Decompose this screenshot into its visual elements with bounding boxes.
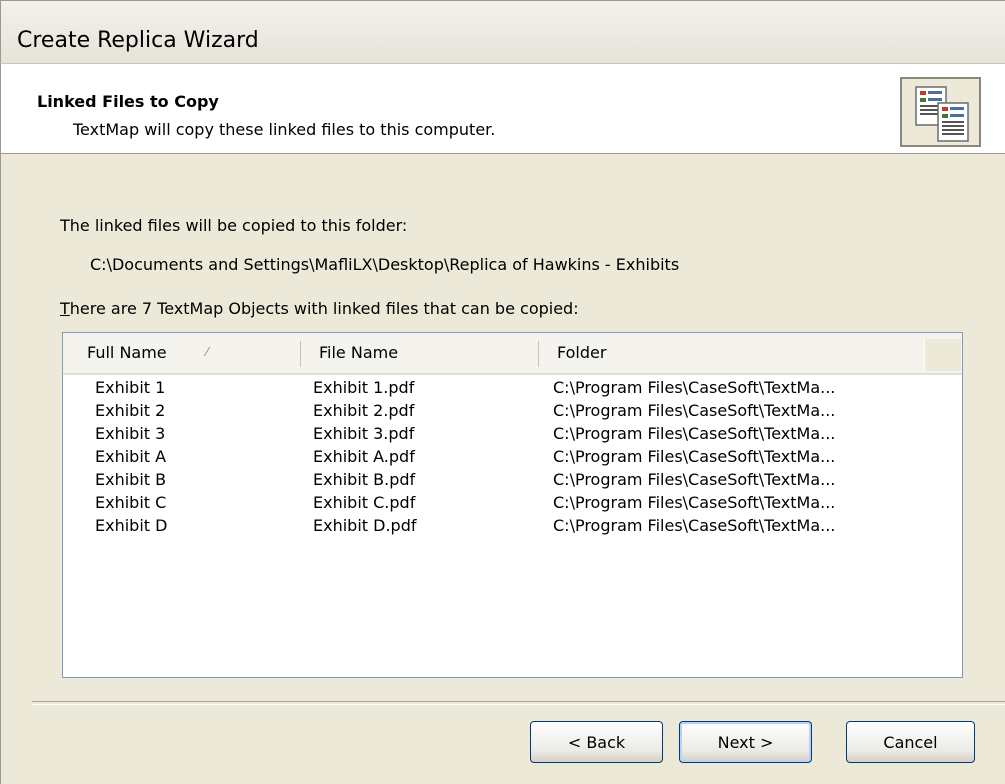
cell-file-name: Exhibit 1.pdf [313,378,415,397]
window-title: Create Replica Wizard [17,28,259,53]
column-divider[interactable] [538,341,539,367]
cell-full-name: Exhibit A [95,447,167,466]
table-row[interactable]: Exhibit C Exhibit C.pdf C:\Program Files… [63,493,962,515]
cell-file-name: Exhibit B.pdf [313,470,416,489]
cell-file-name: Exhibit D.pdf [313,516,417,535]
cell-full-name: Exhibit C [95,493,167,512]
objects-label: There are 7 TextMap Objects with linked … [60,299,579,318]
folder-path: C:\Documents and Settings\MafliLX\Deskto… [90,255,680,274]
page-subtitle: TextMap will copy these linked files to … [73,120,496,139]
cell-file-name: Exhibit 2.pdf [313,401,415,420]
linked-files-list[interactable]: Full Name ⁄ File Name Folder Exhibit 1 E… [62,332,963,678]
cell-full-name: Exhibit B [95,470,167,489]
table-row[interactable]: Exhibit A Exhibit A.pdf C:\Program Files… [63,447,962,469]
list-header: Full Name ⁄ File Name Folder [63,333,962,375]
cell-full-name: Exhibit D [95,516,168,535]
column-header-file-name[interactable]: File Name [319,343,398,362]
cell-folder: C:\Program Files\CaseSoft\TextMa... [553,516,836,535]
cell-folder: C:\Program Files\CaseSoft\TextMa... [553,447,836,466]
cell-file-name: Exhibit C.pdf [313,493,416,512]
sort-ascending-icon: ⁄ [206,345,209,359]
next-button[interactable]: Next > [679,721,812,763]
table-row[interactable]: Exhibit 3 Exhibit 3.pdf C:\Program Files… [63,424,962,446]
cell-folder: C:\Program Files\CaseSoft\TextMa... [553,401,836,420]
page-title: Linked Files to Copy [37,92,219,111]
table-row[interactable]: Exhibit D Exhibit D.pdf C:\Program Files… [63,516,962,538]
cell-full-name: Exhibit 3 [95,424,166,443]
cell-full-name: Exhibit 2 [95,401,166,420]
footer-divider [32,701,1005,705]
cancel-button[interactable]: Cancel [846,721,975,763]
title-bar: Create Replica Wizard [0,0,1005,64]
cell-file-name: Exhibit 3.pdf [313,424,415,443]
objects-label-mnemonic: T [60,299,70,318]
table-row[interactable]: Exhibit 2 Exhibit 2.pdf C:\Program Files… [63,401,962,423]
objects-label-rest: here are 7 TextMap Objects with linked f… [69,299,579,318]
column-header-folder[interactable]: Folder [557,343,606,362]
table-row[interactable]: Exhibit 1 Exhibit 1.pdf C:\Program Files… [63,378,962,400]
back-button[interactable]: < Back [530,721,663,763]
cell-file-name: Exhibit A.pdf [313,447,415,466]
table-row[interactable]: Exhibit B Exhibit B.pdf C:\Program Files… [63,470,962,492]
cell-folder: C:\Program Files\CaseSoft\TextMa... [553,493,836,512]
column-header-full-name[interactable]: Full Name [87,343,167,362]
copy-documents-icon [900,77,981,147]
folder-label: The linked files will be copied to this … [60,216,408,235]
column-header-filler [924,339,961,371]
cell-folder: C:\Program Files\CaseSoft\TextMa... [553,378,836,397]
cell-full-name: Exhibit 1 [95,378,166,397]
cell-folder: C:\Program Files\CaseSoft\TextMa... [553,470,836,489]
wizard-header: Linked Files to Copy TextMap will copy t… [0,64,1005,154]
cell-folder: C:\Program Files\CaseSoft\TextMa... [553,424,836,443]
column-divider[interactable] [300,341,301,367]
